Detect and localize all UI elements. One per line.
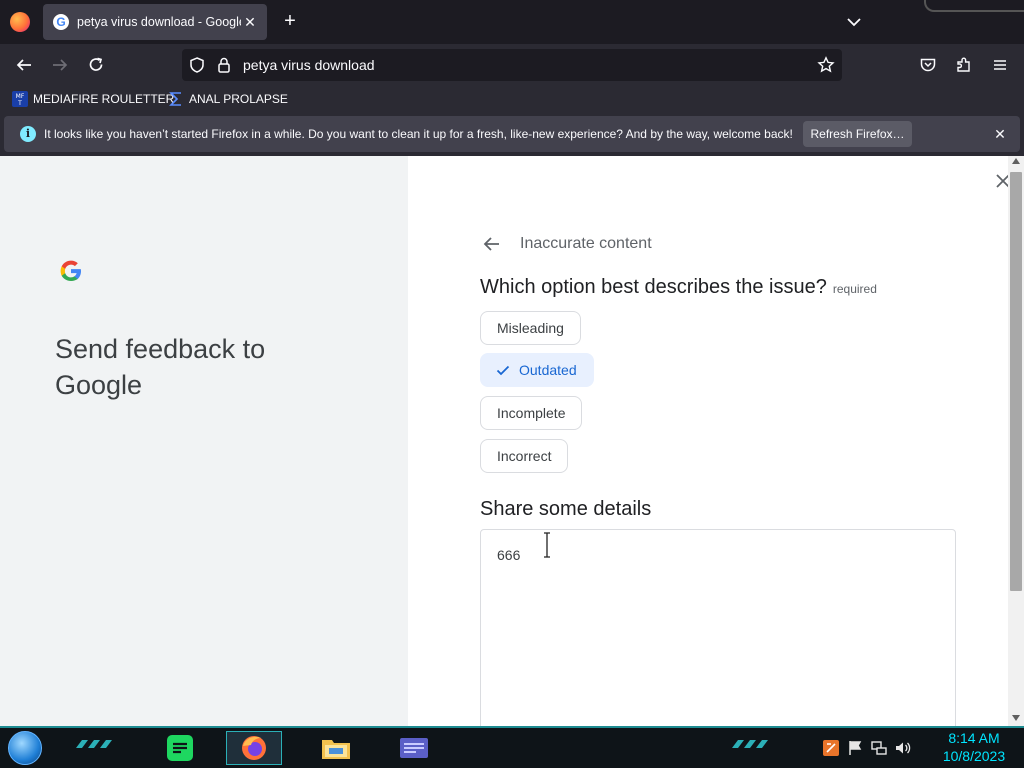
start-orb-icon[interactable] <box>8 731 42 765</box>
extensions-puzzle-icon[interactable] <box>952 53 976 77</box>
info-icon: i <box>20 126 36 142</box>
tab-strip: G petya virus download - Google Search ✕… <box>0 0 1024 44</box>
details-heading: Share some details <box>480 498 652 520</box>
network-icon[interactable] <box>870 739 888 757</box>
address-bar[interactable]: petya virus download <box>182 49 842 81</box>
taskbar-window-manager-icon[interactable] <box>386 731 442 765</box>
tab-google-search[interactable]: G petya virus download - Google Search ✕ <box>43 4 267 40</box>
clock-time: 8:14 AM <box>948 730 1000 746</box>
reload-icon[interactable] <box>84 53 108 77</box>
taskbar-decoration <box>76 740 112 748</box>
scroll-up-arrow-icon[interactable] <box>1012 158 1020 164</box>
question-text: Which option best describes the issue? <box>480 276 827 298</box>
system-tray <box>822 736 918 760</box>
option-misleading[interactable]: Misleading <box>480 311 581 345</box>
option-question: Which option best describes the issue? re… <box>480 276 877 299</box>
required-label: required <box>832 282 877 296</box>
back-arrow-icon[interactable] <box>12 53 36 77</box>
bookmark-star-icon[interactable] <box>814 53 838 77</box>
pocket-icon[interactable] <box>916 53 940 77</box>
window-frame-decoration <box>924 0 1024 12</box>
back-arrow-icon[interactable] <box>481 233 503 255</box>
taskbar-clock[interactable]: 8:14 AM 10/8/2023 <box>932 729 1016 765</box>
volume-icon[interactable] <box>894 739 912 757</box>
taskbar-decoration <box>732 740 768 748</box>
text-cursor-icon <box>543 532 551 558</box>
clock-date: 10/8/2023 <box>942 748 1006 764</box>
details-value: 666 <box>497 547 521 563</box>
feedback-left-pane: Send feedback to Google <box>0 156 408 726</box>
taskbar-file-explorer-icon[interactable] <box>308 731 364 765</box>
option-outdated[interactable]: Outdated <box>480 353 594 387</box>
notification-box: i It looks like you haven’t started Fire… <box>4 116 1020 152</box>
details-textarea[interactable]: 666 <box>480 529 956 726</box>
mediafire-favicon-icon: MF T <box>12 91 28 107</box>
bookmarks-toolbar: MF T MEDIAFIRE ROULETTER ANAL PROLAPSE <box>0 86 1024 112</box>
tracking-protection-shield-icon[interactable] <box>185 53 209 77</box>
firefox-icon[interactable] <box>10 12 30 32</box>
notification-bar: i It looks like you haven’t started Fire… <box>0 112 1024 156</box>
feedback-title: Send feedback to Google <box>55 334 266 400</box>
google-favicon-icon: G <box>53 14 69 30</box>
svg-text:T: T <box>17 100 22 107</box>
notification-text: It looks like you haven’t started Firefo… <box>44 127 793 141</box>
option-incomplete[interactable]: Incomplete <box>480 396 583 430</box>
page-scrollbar[interactable] <box>1008 156 1024 726</box>
feedback-category: Inaccurate content <box>520 235 652 252</box>
svg-text:MF: MF <box>16 93 25 100</box>
option-label: Incomplete <box>497 405 566 421</box>
sigma-favicon-icon <box>168 91 184 107</box>
taskbar: 8:14 AM 10/8/2023 <box>0 726 1024 768</box>
list-all-tabs-chevron-down-icon[interactable] <box>842 10 866 34</box>
bookmark-mediafire-rouletter[interactable]: MF T MEDIAFIRE ROULETTER <box>12 90 174 108</box>
taskbar-firefox-icon[interactable] <box>226 731 282 765</box>
checkmark-icon <box>495 362 511 378</box>
scroll-down-arrow-icon[interactable] <box>1012 715 1020 721</box>
scrollbar-thumb[interactable] <box>1010 172 1022 591</box>
option-label: Misleading <box>497 320 564 336</box>
action-center-flag-icon[interactable] <box>846 739 864 757</box>
refresh-firefox-button[interactable]: Refresh Firefox… <box>803 121 912 147</box>
taskbar-spotify-icon[interactable] <box>152 731 208 765</box>
url-text[interactable]: petya virus download <box>243 57 375 73</box>
notification-close-icon[interactable]: ✕ <box>990 124 1010 144</box>
google-logo-icon <box>58 258 84 284</box>
forward-arrow-icon[interactable] <box>48 53 72 77</box>
hamburger-menu-icon[interactable] <box>988 53 1012 77</box>
page-content: Send feedback to Google Inaccurate conte… <box>0 156 1024 726</box>
new-tab-button[interactable]: + <box>279 11 301 33</box>
bookmark-anal-prolapse[interactable]: ANAL PROLAPSE <box>168 90 288 108</box>
tab-close-icon[interactable]: ✕ <box>241 13 259 31</box>
option-label: Outdated <box>519 362 577 378</box>
bookmark-label: MEDIAFIRE ROULETTER <box>33 92 175 106</box>
navigation-bar: petya virus download <box>0 44 1024 86</box>
option-label: Incorrect <box>497 448 552 464</box>
bookmark-label: ANAL PROLAPSE <box>189 92 288 106</box>
tab-title: petya virus download - Google Search <box>77 15 241 29</box>
option-incorrect[interactable]: Incorrect <box>480 439 569 473</box>
tray-app-icon[interactable] <box>822 739 840 757</box>
lock-icon[interactable] <box>212 53 236 77</box>
